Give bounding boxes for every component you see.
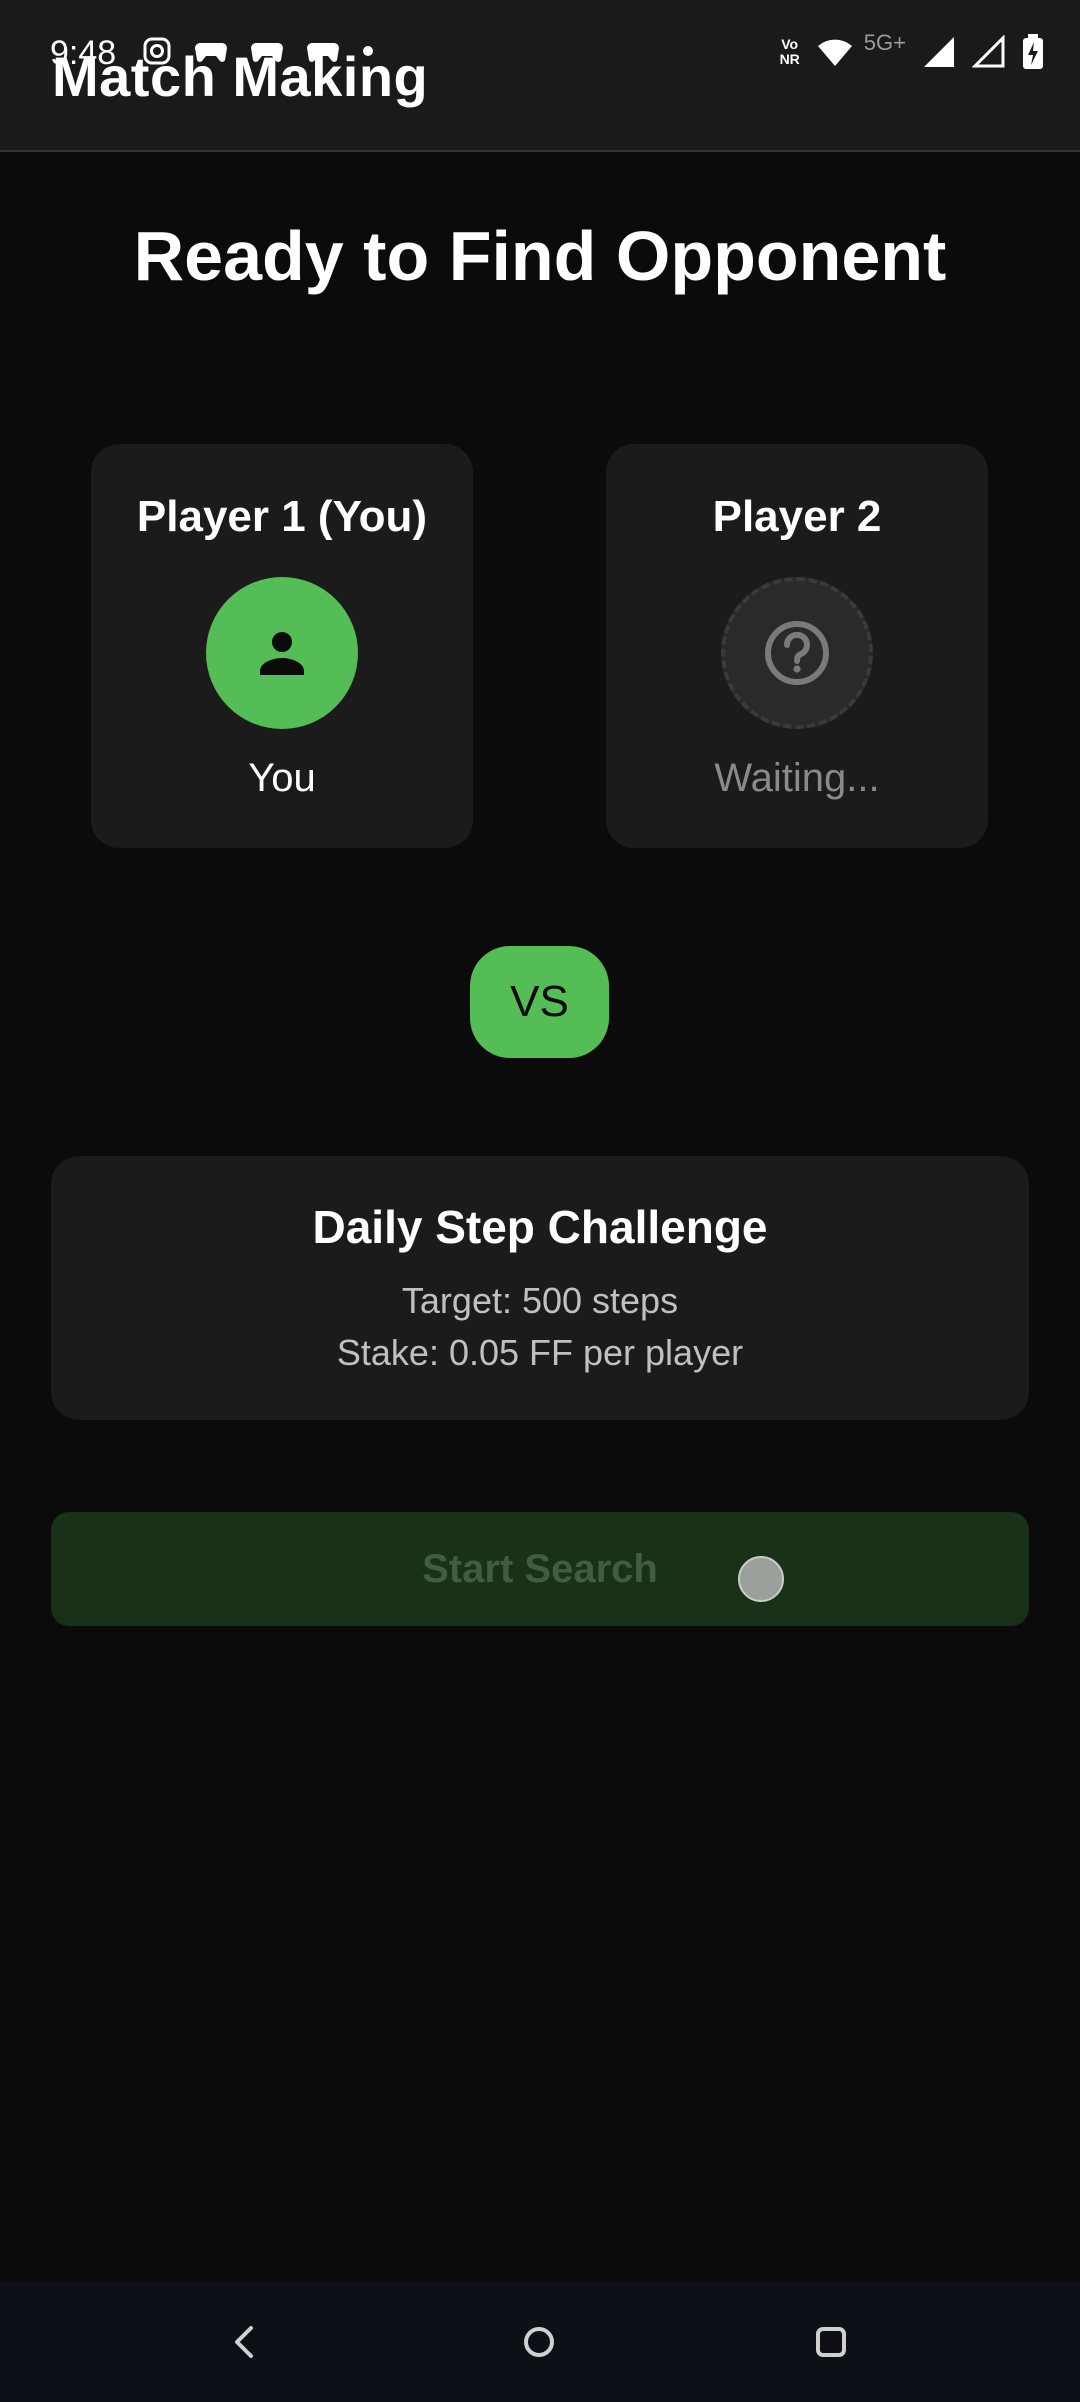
home-icon: [524, 2327, 554, 2357]
battery-charging-icon: [1023, 34, 1043, 69]
question-icon: [765, 621, 829, 685]
status-time: 9:48: [50, 34, 117, 72]
player-1-avatar: [206, 577, 358, 729]
player-2-card: Player 2 Waiting...: [606, 444, 988, 848]
vs-badge: VS: [470, 946, 609, 1058]
nav-recents-button[interactable]: [795, 2306, 867, 2378]
status-right-icons: Vo NR 5G+: [779, 30, 1044, 70]
nav-back-button[interactable]: [208, 2306, 280, 2378]
wifi-icon: [817, 39, 852, 66]
page-heading: Ready to Find Opponent: [133, 217, 947, 295]
notification-dot-icon: [363, 46, 373, 56]
player-1-status: You: [248, 756, 316, 800]
game-controller-icon: [307, 43, 339, 62]
vonr-icon: Vo NR: [779, 36, 800, 67]
player-1-card: Player 1 (You) You: [91, 444, 473, 848]
challenge-card: Daily Step Challenge Target: 500 steps S…: [51, 1156, 1029, 1420]
person-icon: [260, 632, 304, 675]
match-making-screen: Match Making 9:48 Vo NR 5G+ Ready to Fin…: [0, 0, 1080, 2402]
network-type-label: 5G+: [863, 30, 906, 55]
app-bar: Match Making 9:48 Vo NR 5G+: [0, 0, 1080, 152]
recents-icon: [816, 2327, 846, 2357]
player-1-label: Player 1 (You): [136, 492, 428, 541]
game-controller-icon: [251, 43, 283, 62]
challenge-stake: Stake: 0.05 FF per player: [336, 1332, 744, 1373]
player-2-avatar: [721, 577, 873, 729]
player-2-label: Player 2: [712, 492, 882, 541]
challenge-title: Daily Step Challenge: [312, 1201, 768, 1253]
touch-indicator: [738, 1556, 784, 1602]
game-controller-icon: [195, 43, 227, 62]
back-icon: [235, 2326, 253, 2358]
signal-outline-icon: [972, 35, 1005, 68]
system-nav-bar: [0, 2282, 1080, 2402]
status-left-icons: [142, 36, 374, 66]
instagram-icon: [143, 37, 171, 65]
player-2-status: Waiting...: [714, 756, 880, 800]
signal-icon: [924, 37, 954, 67]
challenge-target: Target: 500 steps: [401, 1280, 679, 1321]
start-search-button[interactable]: Start Search: [51, 1512, 1029, 1626]
nav-home-button[interactable]: [503, 2306, 575, 2378]
